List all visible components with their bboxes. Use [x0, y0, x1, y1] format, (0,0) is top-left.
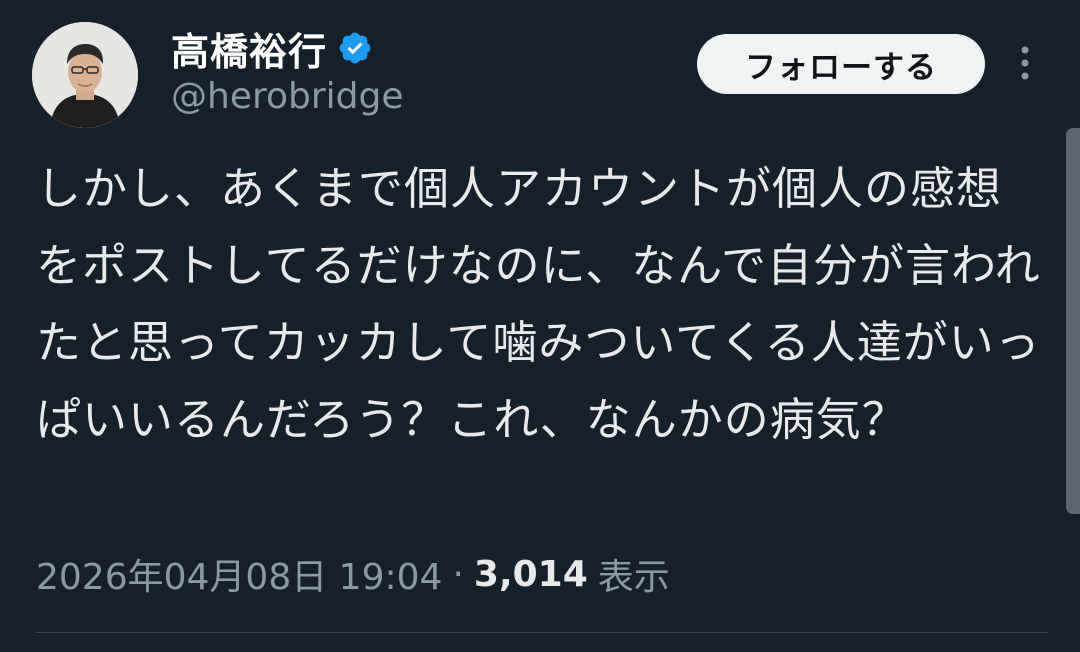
views-label: 表示	[597, 557, 670, 598]
display-name[interactable]: 高橋裕行	[171, 21, 327, 76]
timestamp[interactable]: 2026年04月08日 19:04	[36, 548, 442, 600]
avatar[interactable]	[32, 22, 138, 128]
display-name-row: 高橋裕行	[171, 22, 373, 74]
meta-separator: ·	[452, 553, 464, 595]
handle[interactable]: @herobridge	[171, 76, 404, 117]
verified-badge-icon	[339, 32, 371, 64]
scrollbar[interactable]	[1066, 128, 1080, 514]
tweet-meta: 2026年04月08日 19:04 · 3,014 表示	[36, 548, 670, 600]
follow-button[interactable]: フォローする	[697, 34, 985, 94]
views-count: 3,014	[473, 553, 588, 595]
avatar-photo	[32, 22, 138, 128]
more-vertical-icon[interactable]	[1014, 44, 1036, 84]
tweet-text: しかし、あくまで個人アカウントが個人の感想をポストしてるだけなのに、なんで自分が…	[36, 162, 1041, 446]
divider	[36, 632, 1048, 633]
